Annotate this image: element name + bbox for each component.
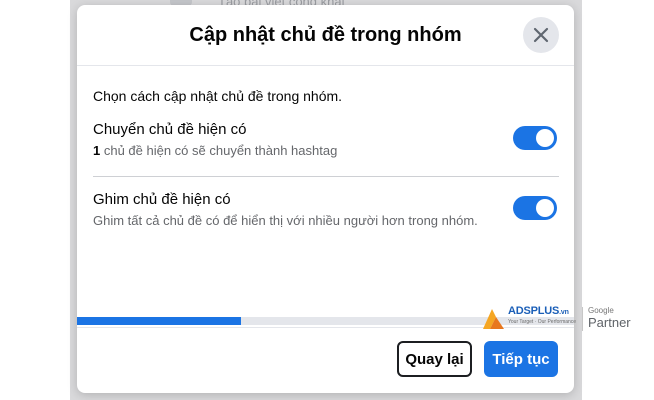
option-convert-topics: Chuyển chủ đề hiện có 1 chủ đề hiện có s… (93, 120, 559, 160)
toggle-convert-topics[interactable] (513, 126, 557, 150)
update-topics-dialog: Cập nhật chủ đề trong nhóm Chọn cách cập… (77, 5, 574, 393)
toggle-knob (536, 129, 554, 147)
progress-bar-fill (77, 317, 241, 325)
watermark-brand-suffix: .vn (559, 309, 569, 316)
option-divider (93, 176, 559, 177)
close-button[interactable] (523, 17, 559, 53)
option-pin-topics: Ghim chủ đề hiện có Ghim tất cả chủ đề c… (93, 190, 559, 230)
watermark-brand: ADSPLUS.vn (508, 305, 569, 317)
next-button[interactable]: Tiếp tục (484, 341, 558, 377)
dialog-header: Cập nhật chủ đề trong nhóm (77, 5, 574, 66)
adsplus-logo-icon (483, 309, 504, 329)
close-icon (533, 27, 549, 43)
adsplus-watermark: ADSPLUS.vn Your Target · Our Performance… (482, 305, 652, 333)
watermark-separator (582, 307, 583, 331)
watermark-partner: Partner (588, 315, 631, 330)
dialog-intro: Chọn cách cập nhật chủ đề trong nhóm. (93, 88, 343, 104)
watermark-tagline: Your Target · Our Performance (508, 319, 577, 325)
option-convert-description: 1 chủ đề hiện có sẽ chuyển thành hashtag (93, 142, 503, 160)
dialog-title: Cập nhật chủ đề trong nhóm (189, 24, 462, 46)
toggle-pin-topics[interactable] (513, 196, 557, 220)
option-pin-title: Ghim chủ đề hiện có (93, 191, 231, 208)
back-button[interactable]: Quay lại (397, 341, 472, 377)
toggle-knob (536, 199, 554, 217)
option-convert-description-text: chủ đề hiện có sẽ chuyển thành hashtag (100, 143, 338, 158)
watermark-google: Google (588, 306, 614, 315)
option-convert-title: Chuyển chủ đề hiện có (93, 121, 247, 138)
watermark-brand-name: ADSPLUS (508, 305, 560, 317)
option-pin-description: Ghim tất cả chủ đề có để hiển thị với nh… (93, 213, 478, 228)
